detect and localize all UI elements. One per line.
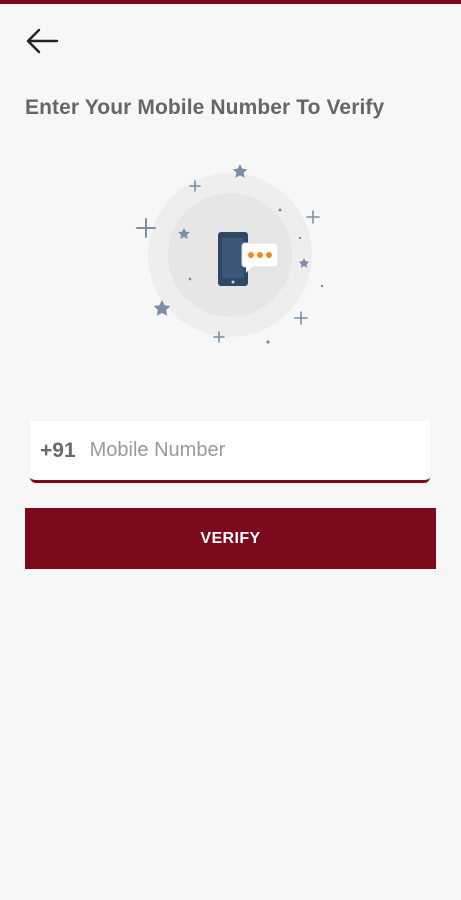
country-code-prefix: +91: [40, 438, 76, 462]
mobile-number-field[interactable]: +91: [30, 421, 430, 483]
arrow-left-icon: [26, 28, 59, 54]
verification-illustration: [130, 155, 330, 355]
sparkle-icon: [294, 311, 308, 325]
sparkle-icon: [306, 210, 320, 224]
back-button[interactable]: [20, 24, 64, 58]
mobile-number-input[interactable]: [89, 439, 380, 462]
top-accent-bar: [0, 0, 461, 4]
page-title: Enter Your Mobile Number To Verify: [25, 96, 385, 119]
verify-button[interactable]: VERIFY: [25, 508, 436, 569]
